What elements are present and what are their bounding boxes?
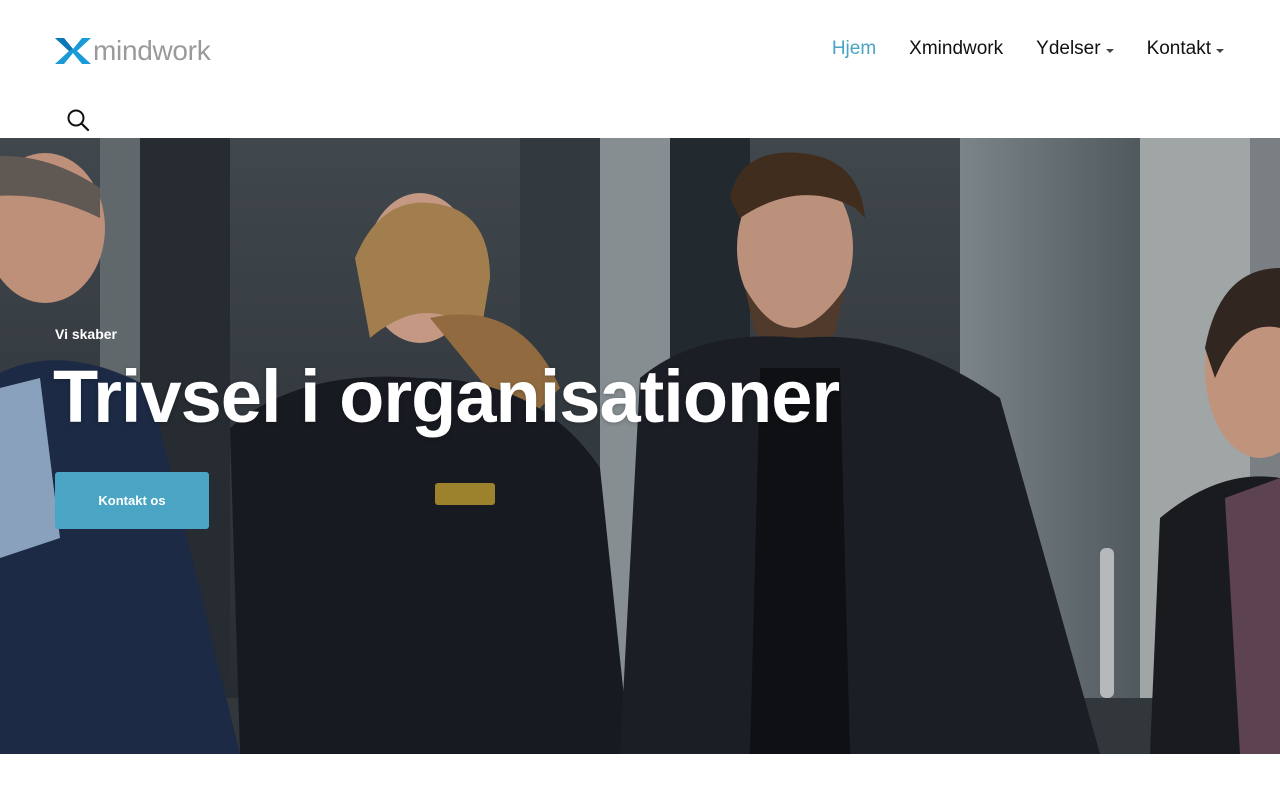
nav-item-label: Xmindwork: [909, 38, 1004, 59]
nav-item-ydelser[interactable]: Ydelser: [1036, 38, 1114, 60]
caret-down-icon: [1216, 48, 1224, 53]
main-nav: Hjem Xmindwork Ydelser Kontakt: [832, 38, 1224, 60]
nav-item-label: Hjem: [831, 38, 877, 59]
hero-banner: Vi skaber Trivsel i organisationer Konta…: [0, 138, 1280, 754]
contact-us-button[interactable]: Kontakt os: [55, 472, 209, 529]
hero-photo: [0, 138, 1280, 754]
caret-down-icon: [1105, 48, 1114, 53]
search-button[interactable]: [66, 108, 90, 132]
search-icon: [67, 109, 90, 132]
nav-item-label: Ydelser: [1036, 38, 1101, 59]
site-header: mindwork Hjem Xmindwork Ydelser Kontakt: [0, 0, 1280, 138]
logo-text: mindwork: [93, 35, 211, 66]
contact-us-button-label: Kontakt os: [98, 493, 166, 508]
nav-item-hjem[interactable]: Hjem: [832, 38, 876, 60]
nav-item-kontakt[interactable]: Kontakt: [1147, 38, 1224, 60]
site-logo[interactable]: mindwork: [55, 35, 211, 66]
nav-item-xmindwork[interactable]: Xmindwork: [909, 38, 1003, 60]
hero-subtitle: Vi skaber: [55, 326, 118, 342]
x-mark-logo-icon: [55, 38, 91, 64]
hero-title: Trivsel i organisationer: [53, 355, 840, 438]
nav-item-label: Kontakt: [1146, 38, 1211, 59]
